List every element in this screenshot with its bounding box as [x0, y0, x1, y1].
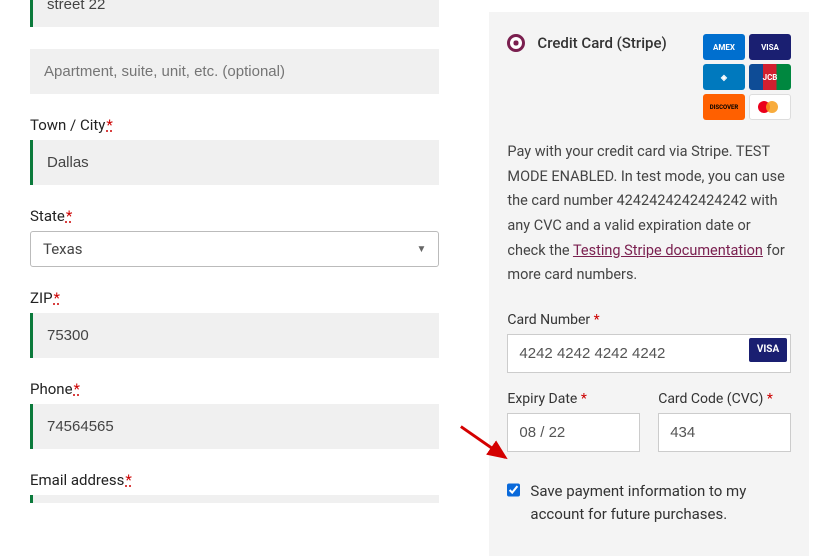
phone-label: Phone*: [30, 380, 439, 398]
save-payment-label: Save payment information to my account f…: [530, 480, 791, 527]
payment-method-radio[interactable]: [507, 34, 525, 52]
required-mark: *: [54, 289, 60, 307]
payment-description: Pay with your credit card via Stripe. TE…: [507, 140, 791, 288]
card-number-label: Card Number *: [507, 312, 791, 328]
amex-icon: AMEX: [703, 34, 745, 60]
card-logos-group: AMEX VISA ◈ JCB DISCOVER: [697, 34, 791, 120]
discover-icon: DISCOVER: [703, 94, 745, 120]
email-input[interactable]: [30, 495, 439, 503]
city-label: Town / City*: [30, 116, 439, 134]
state-value: Texas: [43, 240, 83, 258]
save-payment-checkbox[interactable]: [507, 482, 520, 498]
expiry-input[interactable]: [507, 413, 640, 452]
email-label: Email address*: [30, 471, 439, 489]
mastercard-icon: [749, 94, 791, 120]
apartment-input[interactable]: [30, 49, 439, 94]
card-brand-badge: VISA: [749, 338, 787, 362]
zip-label: ZIP*: [30, 289, 439, 307]
stripe-docs-link[interactable]: Testing Stripe documentation: [573, 242, 763, 259]
cvc-input[interactable]: [658, 413, 791, 452]
required-mark: *: [594, 312, 600, 328]
required-mark: *: [106, 116, 112, 134]
city-input[interactable]: [30, 140, 439, 185]
chevron-down-icon: ▼: [417, 244, 427, 255]
required-mark: *: [767, 391, 773, 407]
cvc-label: Card Code (CVC) *: [658, 391, 791, 407]
required-mark: *: [66, 207, 72, 225]
phone-input[interactable]: [30, 404, 439, 449]
payment-method-label: Credit Card (Stripe): [537, 34, 666, 52]
street-address-input[interactable]: [30, 0, 439, 27]
required-mark: *: [125, 471, 131, 489]
state-label: State*: [30, 207, 439, 225]
jcb-icon: JCB: [749, 64, 791, 90]
expiry-label: Expiry Date *: [507, 391, 640, 407]
diners-icon: ◈: [703, 64, 745, 90]
required-mark: *: [74, 380, 80, 398]
zip-input[interactable]: [30, 313, 439, 358]
visa-icon: VISA: [749, 34, 791, 60]
required-mark: *: [581, 391, 587, 407]
state-select[interactable]: Texas ▼: [30, 231, 439, 267]
